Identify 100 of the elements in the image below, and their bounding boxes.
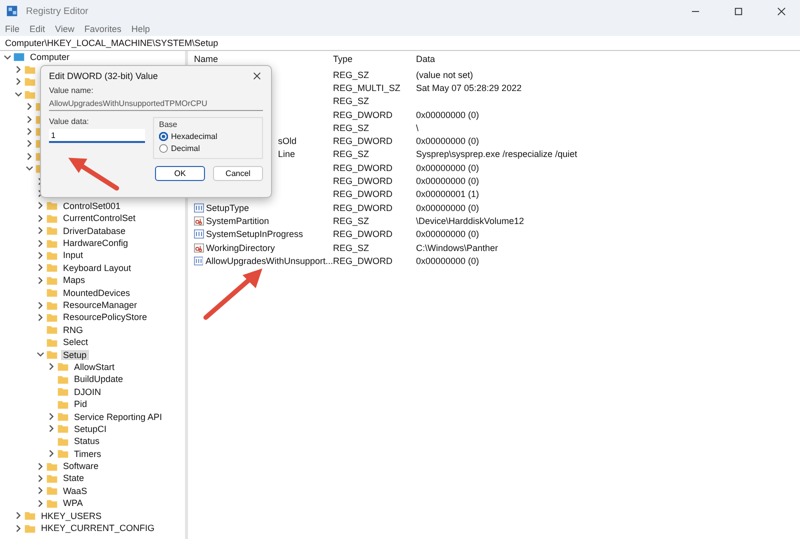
folder-icon [46, 238, 58, 249]
value-type: REG_SZ [333, 96, 370, 106]
value-data: 0x00000000 (0) [416, 256, 480, 266]
tree-item[interactable]: WaaS [61, 486, 90, 496]
chevron-down-icon[interactable] [4, 54, 11, 60]
value-name[interactable]: WorkingDirectory [206, 242, 275, 252]
value-type: REG_DWORD [333, 256, 394, 266]
tree-item[interactable]: AllowStart [72, 362, 117, 372]
tree-item[interactable]: Maps [61, 275, 88, 286]
tree-item[interactable]: RNG [61, 324, 85, 335]
tree-item[interactable]: Timers [72, 448, 104, 459]
cancel-button[interactable]: Cancel [213, 166, 263, 181]
string-value-icon [194, 216, 204, 226]
tree-item[interactable]: State [61, 473, 86, 484]
folder-icon [46, 262, 58, 274]
folder-icon [46, 460, 58, 472]
value-data: Sat May 07 05:28:29 2022 [416, 82, 523, 93]
folder-icon [46, 274, 58, 286]
folder-icon [46, 472, 58, 484]
tree-item[interactable]: Pid [72, 399, 90, 410]
radio-label[interactable]: Hexadecimal [171, 132, 218, 141]
close-icon[interactable] [253, 72, 261, 80]
tree-item[interactable]: ResourcePolicyStore [61, 312, 150, 322]
chevron-down-icon[interactable] [37, 352, 44, 358]
computer-icon [13, 52, 25, 63]
menu-item[interactable]: File [5, 24, 20, 34]
folder-icon [24, 88, 36, 100]
value-name-field[interactable]: AllowUpgradesWithUnsupportedTPMOrCPU [49, 97, 263, 111]
value-data: Sysprep\sysprep.exe /respecialize /quiet [416, 149, 578, 160]
radio-button[interactable] [159, 132, 168, 141]
folder-icon [46, 250, 58, 261]
menu-item[interactable]: View [55, 24, 74, 34]
tree-item[interactable]: BuildUpdate [72, 374, 126, 384]
folder-icon [24, 510, 36, 522]
column-header[interactable]: Type [333, 54, 416, 64]
tree-item[interactable]: SetupCI [72, 424, 109, 434]
chevron-down-icon[interactable] [15, 92, 22, 97]
binary-value-icon [194, 229, 204, 240]
value-name[interactable]: SystemSetupInProgress [206, 229, 304, 240]
value-name[interactable]: sOld [278, 136, 297, 146]
tree-item[interactable]: HardwareConfig [61, 238, 130, 248]
tree-item[interactable]: Setup [61, 350, 89, 360]
folder-icon [46, 312, 58, 323]
field-label: Value data: [49, 117, 90, 126]
tree-item[interactable]: Status [72, 436, 102, 446]
folder-icon [46, 200, 58, 212]
tree-item[interactable]: DriverDatabase [61, 226, 128, 236]
chevron-right-icon[interactable] [49, 363, 54, 370]
value-type: REG_SZ [333, 149, 370, 160]
folder-icon [46, 300, 58, 310]
tree-item[interactable]: Select [61, 337, 90, 348]
close-icon[interactable] [777, 6, 786, 16]
folder-icon [46, 212, 58, 224]
tree-item[interactable]: ControlSet001 [61, 200, 123, 211]
registry-app-icon [6, 5, 18, 17]
tree-item[interactable]: WPA [61, 498, 85, 508]
menu-item[interactable]: Edit [30, 24, 46, 34]
value-name[interactable]: AllowUpgradesWithUnsupport... [205, 256, 333, 266]
value-type: REG_DWORD [333, 176, 394, 186]
maximize-icon[interactable] [734, 6, 743, 16]
value-name[interactable]: SystemPartition [206, 216, 270, 226]
tree-item[interactable]: Computer [28, 52, 72, 62]
string-value-icon [194, 242, 204, 252]
tree-item[interactable]: Service Reporting API [72, 412, 164, 422]
value-name[interactable]: SetupType [206, 202, 250, 213]
tree-item[interactable]: HKEY_CURRENT_CONFIG [39, 523, 157, 534]
folder-icon [46, 498, 58, 509]
tree-item[interactable]: DJOIN [72, 386, 103, 397]
folder-icon [46, 287, 58, 298]
dialog-title: Edit DWORD (32-bit) Value [49, 71, 158, 81]
value-data: \Device\HarddiskVolume12 [416, 216, 526, 226]
value-type: REG_MULTI_SZ [333, 82, 402, 93]
value-type: REG_DWORD [333, 202, 394, 213]
chevron-down-icon[interactable] [26, 166, 33, 172]
column-header[interactable]: Name [194, 54, 333, 64]
tree-item[interactable]: Software [61, 461, 101, 472]
column-header[interactable]: Data [416, 54, 800, 64]
tree-item[interactable]: ResourceManager [61, 300, 140, 310]
tree-item[interactable]: Input [61, 250, 86, 260]
value-name[interactable]: Line [278, 149, 296, 160]
ok-button[interactable]: OK [155, 166, 205, 181]
folder-icon [46, 225, 58, 236]
value-type: REG_DWORD [333, 189, 394, 200]
value-type: REG_DWORD [333, 110, 394, 120]
radio-label[interactable]: Decimal [171, 144, 200, 153]
value-type: REG_DWORD [333, 162, 394, 173]
menu-item[interactable]: Favorites [84, 24, 122, 34]
value-type: REG_DWORD [333, 136, 394, 146]
folder-icon [57, 423, 69, 434]
folder-icon [24, 76, 36, 88]
tree-item[interactable]: HKEY_USERS [39, 510, 104, 521]
tree-item[interactable]: CurrentControlSet [61, 213, 138, 224]
radio-button[interactable] [159, 144, 168, 153]
folder-icon [57, 448, 69, 460]
tree-item[interactable]: Keyboard Layout [61, 262, 134, 273]
folder-icon [24, 64, 36, 76]
value-data-field[interactable]: 1 [49, 129, 145, 143]
menu-item[interactable]: Help [131, 24, 150, 34]
value-data: 0x00000000 (0) [416, 162, 480, 173]
tree-item[interactable]: MountedDevices [61, 288, 132, 298]
